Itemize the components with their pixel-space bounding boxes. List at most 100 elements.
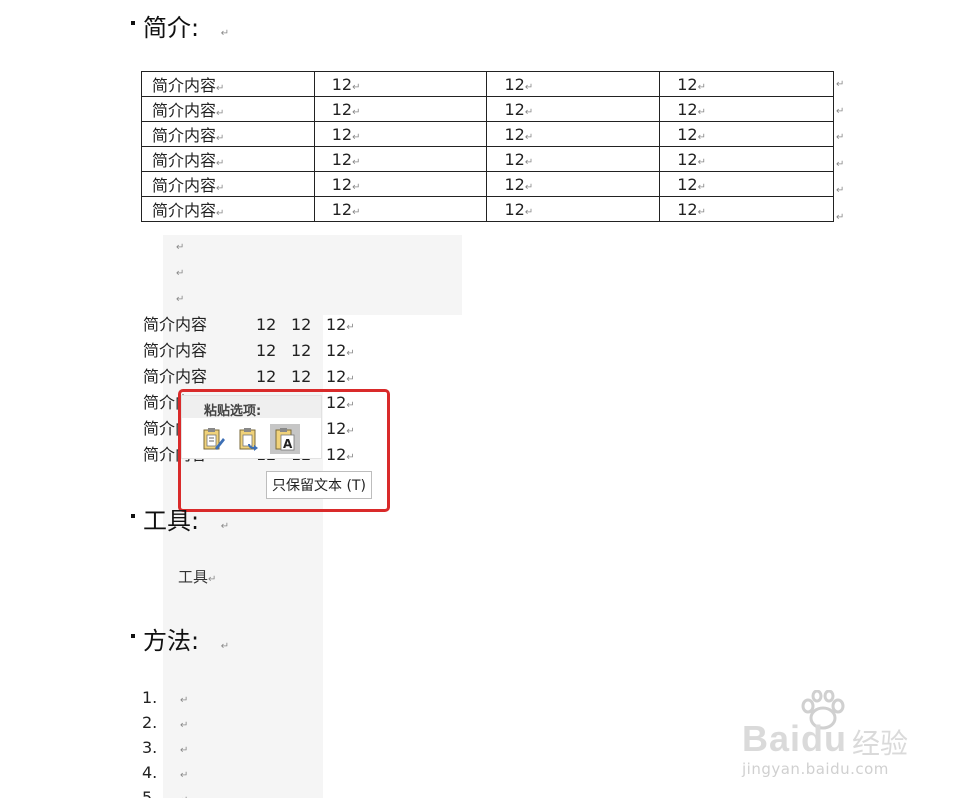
tools-body[interactable]: 工具↵ bbox=[178, 566, 216, 587]
watermark-brand-cn: 经验 bbox=[852, 727, 909, 760]
pasted-cell: 12 bbox=[291, 315, 312, 334]
table-cell-value[interactable]: 12↵ bbox=[313, 71, 488, 97]
table-row[interactable]: 简介内容↵ 12↵ 12↵ 12↵ bbox=[141, 71, 834, 97]
paragraph-mark: ↵ bbox=[216, 208, 225, 219]
intro-heading-text: 简介: bbox=[143, 14, 200, 42]
pasted-cell: 12 bbox=[256, 315, 277, 334]
paragraph-mark: ↵ bbox=[180, 745, 189, 756]
table-cell-value[interactable]: 12↵ bbox=[659, 171, 834, 197]
paragraph-mark: ↵ bbox=[220, 521, 230, 532]
table-cell-value[interactable]: 12↵ bbox=[659, 146, 834, 172]
table-cell-label[interactable]: 简介内容↵ bbox=[141, 71, 315, 97]
table-cell-label[interactable]: 简介内容↵ bbox=[141, 146, 315, 172]
cell-text: 12 bbox=[677, 199, 698, 219]
pasted-cell: 12 bbox=[326, 315, 347, 334]
pasted-row[interactable]: 简介内容121212↵ bbox=[143, 312, 355, 338]
paragraph-mark: ↵ bbox=[216, 158, 225, 169]
method-heading-text: 方法: bbox=[143, 627, 200, 655]
table-cell-value[interactable]: 12↵ bbox=[659, 96, 834, 122]
paragraph-mark: ↵ bbox=[180, 770, 189, 781]
list-item[interactable]: 3. ↵ bbox=[142, 735, 188, 760]
paragraph-mark: ↵ bbox=[220, 28, 230, 39]
table-cell-value[interactable]: 12↵ bbox=[313, 96, 488, 122]
method-heading[interactable]: 方法: ↵ bbox=[143, 621, 229, 656]
paragraph-mark: ↵ bbox=[524, 181, 534, 193]
tools-heading[interactable]: 工具: ↵ bbox=[143, 501, 229, 536]
paragraph-mark: ↵ bbox=[220, 641, 230, 652]
paragraph-mark: ↵ bbox=[352, 81, 361, 93]
watermark-url: jingyan.baidu.com bbox=[742, 760, 889, 778]
paragraph-mark: ↵ bbox=[216, 183, 225, 194]
pasted-cell: 12 bbox=[291, 367, 312, 386]
table-row[interactable]: 简介内容↵ 12↵ 12↵ 12↵ bbox=[141, 196, 834, 222]
cell-text: 12 bbox=[331, 124, 353, 144]
row-end-mark: ↵ bbox=[836, 185, 845, 197]
cell-text: 12 bbox=[504, 124, 525, 144]
row-end-mark: ↵ bbox=[836, 132, 845, 144]
paragraph-mark: ↵ bbox=[176, 294, 185, 305]
table-cell-value[interactable]: 12↵ bbox=[313, 196, 488, 222]
intro-table[interactable]: 简介内容↵ 12↵ 12↵ 12↵ 简介内容↵ 12↵ 12↵ 12↵ 简介内容↵ 12↵ 12↵ 1… bbox=[141, 71, 834, 222]
table-cell-value[interactable]: 12↵ bbox=[486, 71, 661, 97]
paragraph-mark: ↵ bbox=[176, 242, 185, 253]
cell-text: 12 bbox=[504, 99, 525, 119]
list-item[interactable]: 4. ↵ bbox=[142, 760, 188, 785]
paragraph-mark: ↵ bbox=[180, 695, 189, 706]
cell-text: 12 bbox=[331, 99, 353, 119]
cell-text: 12 bbox=[677, 124, 698, 144]
tools-body-text: 工具 bbox=[178, 568, 209, 586]
table-cell-value[interactable]: 12↵ bbox=[313, 146, 488, 172]
cell-text: 12 bbox=[677, 74, 698, 94]
table-cell-value[interactable]: 12↵ bbox=[486, 196, 661, 222]
paragraph-mark: ↵ bbox=[524, 131, 534, 143]
table-row[interactable]: 简介内容↵ 12↵ 12↵ 12↵ bbox=[141, 96, 834, 122]
table-cell-value[interactable]: 12↵ bbox=[313, 171, 488, 197]
paragraph-mark: ↵ bbox=[524, 156, 534, 168]
table-cell-value[interactable]: 12↵ bbox=[659, 121, 834, 147]
heading-bullet bbox=[131, 514, 135, 518]
paragraph-mark: ↵ bbox=[524, 81, 534, 93]
pasted-cell: 12 bbox=[256, 367, 277, 386]
pasted-row[interactable]: 简介内容121212↵ bbox=[143, 364, 355, 390]
paragraph-mark: ↵ bbox=[180, 795, 188, 798]
pasted-cell: 12 bbox=[291, 341, 312, 360]
heading-bullet bbox=[131, 21, 135, 25]
method-list[interactable]: 1. ↵ 2. ↵ 3. ↵ 4. ↵ 5. ↵ bbox=[142, 685, 188, 798]
table-cell-label[interactable]: 简介内容↵ bbox=[141, 171, 315, 197]
list-item[interactable]: 2. ↵ bbox=[142, 710, 188, 735]
pasted-cell: 简介内容 bbox=[143, 315, 208, 334]
table-cell-value[interactable]: 12↵ bbox=[486, 146, 661, 172]
paragraph-mark: ↵ bbox=[208, 574, 217, 585]
table-cell-label[interactable]: 简介内容↵ bbox=[141, 96, 315, 122]
table-row[interactable]: 简介内容↵ 12↵ 12↵ 12↵ bbox=[141, 146, 834, 172]
list-item[interactable]: 5. ↵ bbox=[142, 785, 188, 798]
pasted-cell: 12 bbox=[326, 341, 347, 360]
pasted-row[interactable]: 简介内容121212↵ bbox=[143, 338, 355, 364]
table-cell-label[interactable]: 简介内容↵ bbox=[141, 121, 315, 147]
cell-text: 简介内容 bbox=[152, 126, 217, 145]
table-cell-value[interactable]: 12↵ bbox=[486, 171, 661, 197]
table-row[interactable]: 简介内容↵ 12↵ 12↵ 12↵ bbox=[141, 121, 834, 147]
table-cell-value[interactable]: 12↵ bbox=[659, 196, 834, 222]
pasted-cell: 简介内容 bbox=[143, 367, 208, 386]
table-cell-value[interactable]: 12↵ bbox=[486, 121, 661, 147]
paragraph-mark: ↵ bbox=[524, 106, 534, 118]
cell-text: 12 bbox=[504, 74, 525, 94]
table-cell-value[interactable]: 12↵ bbox=[313, 121, 488, 147]
paragraph-mark: ↵ bbox=[697, 206, 706, 218]
intro-heading[interactable]: 简介: ↵ bbox=[143, 8, 229, 43]
list-item[interactable]: 1. ↵ bbox=[142, 685, 188, 710]
list-number: 4. bbox=[142, 763, 158, 782]
table-row[interactable]: 简介内容↵ 12↵ 12↵ 12↵ bbox=[141, 171, 834, 197]
pasted-cell: 12 bbox=[326, 367, 347, 386]
highlight-box bbox=[178, 389, 390, 512]
paragraph-mark: ↵ bbox=[352, 106, 361, 118]
table-cell-label[interactable]: 简介内容↵ bbox=[141, 196, 315, 222]
pasted-block-shading bbox=[163, 235, 462, 315]
table-cell-value[interactable]: 12↵ bbox=[486, 96, 661, 122]
cell-text: 12 bbox=[677, 174, 698, 194]
cell-text: 12 bbox=[331, 149, 353, 169]
table-cell-value[interactable]: 12↵ bbox=[659, 71, 834, 97]
pasted-cell: 简介内容 bbox=[143, 341, 208, 360]
cell-text: 12 bbox=[677, 99, 698, 119]
